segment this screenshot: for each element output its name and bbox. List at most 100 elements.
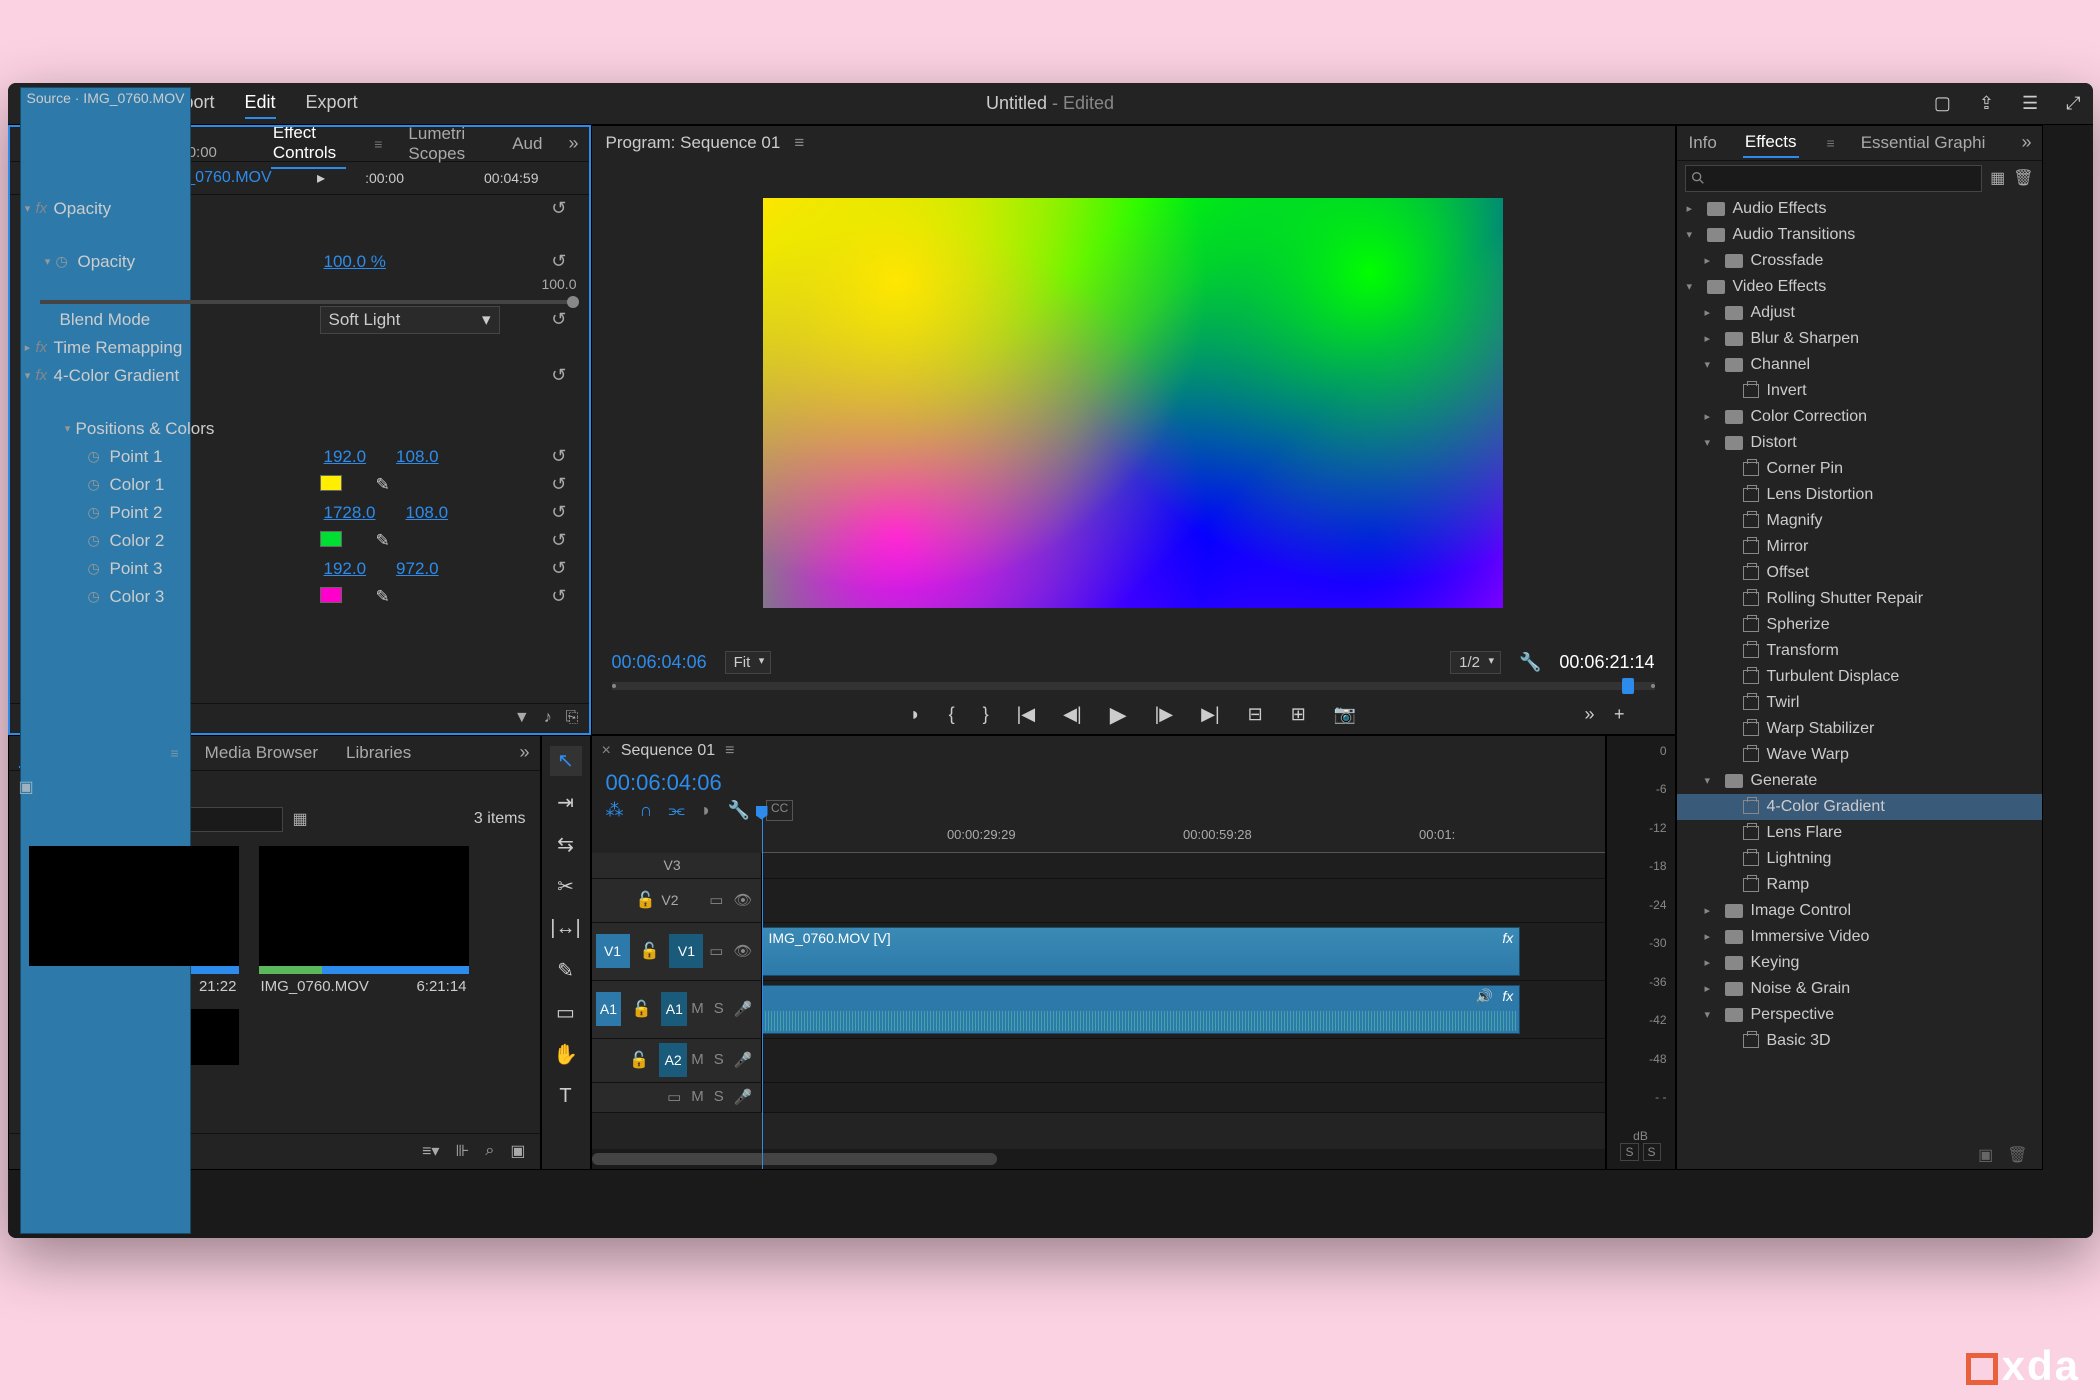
chevron-icon[interactable]: ▸: [1705, 306, 1717, 319]
effects-search-input[interactable]: [1685, 165, 1983, 192]
twirl-icon[interactable]: ▾: [60, 422, 76, 435]
settings-icon[interactable]: 🔧: [728, 800, 750, 821]
blend-mode-select[interactable]: Soft Light▾: [320, 306, 500, 334]
effects-folder[interactable]: ▾Perspective: [1677, 1002, 2042, 1028]
trash-icon[interactable]: 🗑: [2007, 1145, 2027, 1165]
effects-preset[interactable]: Offset: [1677, 560, 2042, 586]
point-x[interactable]: 1728.0: [324, 503, 376, 523]
effects-icon[interactable]: ♪: [544, 709, 552, 727]
close-tab-icon[interactable]: ×: [602, 742, 611, 760]
filter-bin-icon[interactable]: ▦: [293, 809, 308, 829]
effects-preset[interactable]: Magnify: [1677, 508, 2042, 534]
voiceover-icon[interactable]: 🎤: [734, 1000, 753, 1018]
mark-in-icon[interactable]: ◗: [910, 704, 921, 725]
track-select-tool-icon[interactable]: ⇥: [550, 788, 582, 818]
track-body[interactable]: IMG_0760.MOV [V] fx: [762, 923, 1605, 980]
effects-folder[interactable]: ▾Audio Transitions: [1677, 222, 2042, 248]
go-to-in-icon[interactable]: |◀: [1017, 704, 1036, 725]
fullscreen-icon[interactable]: ⤢: [2066, 93, 2080, 114]
lock-icon[interactable]: 🔓: [636, 890, 656, 910]
chevron-icon[interactable]: ▾: [1687, 280, 1699, 293]
solo-icon[interactable]: S: [714, 1088, 724, 1106]
ripple-edit-tool-icon[interactable]: ⇆: [550, 830, 582, 860]
effects-preset[interactable]: Turbulent Displace: [1677, 664, 2042, 690]
in-bracket-icon[interactable]: {: [949, 704, 955, 725]
color-swatch[interactable]: [320, 587, 342, 603]
filter-icon[interactable]: ▼: [514, 709, 530, 727]
chevron-icon[interactable]: ▸: [1705, 254, 1717, 267]
eyedropper-icon[interactable]: ✎: [376, 531, 390, 551]
solo-icon[interactable]: S: [714, 1051, 724, 1069]
effects-preset[interactable]: Transform: [1677, 638, 2042, 664]
video-clip[interactable]: IMG_0760.MOV [V] fx: [762, 927, 1521, 976]
effects-preset[interactable]: Corner Pin: [1677, 456, 2042, 482]
chevron-icon[interactable]: ▸: [1705, 982, 1717, 995]
effects-preset[interactable]: Lens Distortion: [1677, 482, 2042, 508]
new-bin-icon[interactable]: ▣: [1978, 1145, 1993, 1165]
more-tabs-icon[interactable]: »: [568, 133, 578, 154]
color-swatch[interactable]: [320, 531, 342, 547]
effects-preset[interactable]: Mirror: [1677, 534, 2042, 560]
panel-menu-icon[interactable]: ≡: [794, 133, 804, 153]
effects-folder[interactable]: ▾Channel: [1677, 352, 2042, 378]
point-y[interactable]: 108.0: [396, 447, 439, 467]
panel-menu-icon[interactable]: ≡: [171, 745, 179, 761]
effects-folder[interactable]: ▸Crossfade: [1677, 248, 2042, 274]
slip-tool-icon[interactable]: |↔|: [550, 914, 582, 944]
effects-preset[interactable]: Spherize: [1677, 612, 2042, 638]
stopwatch-icon[interactable]: ◷: [88, 476, 104, 493]
sync-lock-icon[interactable]: ▭: [709, 942, 723, 960]
effects-preset[interactable]: Twirl: [1677, 690, 2042, 716]
effects-preset[interactable]: Lightning: [1677, 846, 2042, 872]
chevron-icon[interactable]: ▸: [1705, 332, 1717, 345]
step-back-icon[interactable]: ◀|: [1063, 704, 1082, 725]
stopwatch-icon[interactable]: ◷: [88, 532, 104, 549]
delete-icon[interactable]: 🗑: [2013, 168, 2033, 188]
razor-tool-icon[interactable]: ✂: [550, 872, 582, 902]
timeline-ruler[interactable]: 00:00:29:29 00:00:59:28 00:01:: [762, 825, 1605, 853]
effects-preset[interactable]: Rolling Shutter Repair: [1677, 586, 2042, 612]
mute-icon[interactable]: M: [691, 1051, 704, 1069]
stopwatch-icon[interactable]: ◷: [88, 560, 104, 577]
tab-libraries[interactable]: Libraries: [344, 739, 413, 767]
zoom-fit-select[interactable]: Fit: [725, 651, 772, 674]
audio-clip[interactable]: 🔊 fx: [762, 985, 1521, 1034]
bin-icon[interactable]: ▣: [19, 777, 34, 797]
twirl-icon[interactable]: ▸: [20, 341, 36, 354]
effects-folder[interactable]: ▸Adjust: [1677, 300, 2042, 326]
automate-icon[interactable]: ⊪: [455, 1141, 469, 1161]
effects-preset[interactable]: Ramp: [1677, 872, 2042, 898]
reset-icon[interactable]: ↺: [551, 530, 566, 551]
tab-audio[interactable]: Aud: [510, 130, 544, 158]
current-timecode[interactable]: 00:06:04:06: [612, 652, 707, 673]
effects-preset[interactable]: Wave Warp: [1677, 742, 2042, 768]
reset-icon[interactable]: ↺: [551, 251, 566, 272]
reset-icon[interactable]: ↺: [551, 558, 566, 579]
panel-menu-icon[interactable]: ≡: [374, 136, 382, 152]
sync-lock-icon[interactable]: ▭: [709, 891, 723, 909]
eyedropper-icon[interactable]: ✎: [376, 475, 390, 495]
twirl-icon[interactable]: ▾: [40, 255, 56, 268]
reset-icon[interactable]: ↺: [551, 198, 566, 219]
program-viewport[interactable]: [592, 161, 1675, 645]
new-bin-icon[interactable]: ▣: [510, 1141, 525, 1161]
point-y[interactable]: 108.0: [406, 503, 449, 523]
quick-export-icon[interactable]: ▢: [1934, 93, 1951, 114]
effects-preset[interactable]: 4-Color Gradient: [1677, 794, 2042, 820]
lock-icon[interactable]: 🔓: [629, 1050, 649, 1070]
source-patch-v1[interactable]: V1: [596, 934, 630, 968]
reset-icon[interactable]: ↺: [551, 502, 566, 523]
playhead-icon[interactable]: [1622, 678, 1634, 694]
find-icon[interactable]: ⌕: [485, 1142, 494, 1160]
sync-lock-icon[interactable]: ▭: [667, 1088, 681, 1106]
type-tool-icon[interactable]: T: [550, 1082, 582, 1112]
tab-effects[interactable]: Effects: [1743, 128, 1799, 158]
eyedropper-icon[interactable]: ✎: [376, 587, 390, 607]
chevron-icon[interactable]: ▸: [1705, 930, 1717, 943]
track-target-a1[interactable]: A1: [661, 992, 687, 1026]
selection-tool-icon[interactable]: ↖: [550, 746, 582, 776]
solo-right[interactable]: S: [1643, 1143, 1661, 1161]
lock-icon[interactable]: 🔓: [640, 941, 660, 961]
project-item[interactable]: IMG_0760.MOV6:21:14: [259, 846, 469, 999]
effects-folder[interactable]: ▸Color Correction: [1677, 404, 2042, 430]
